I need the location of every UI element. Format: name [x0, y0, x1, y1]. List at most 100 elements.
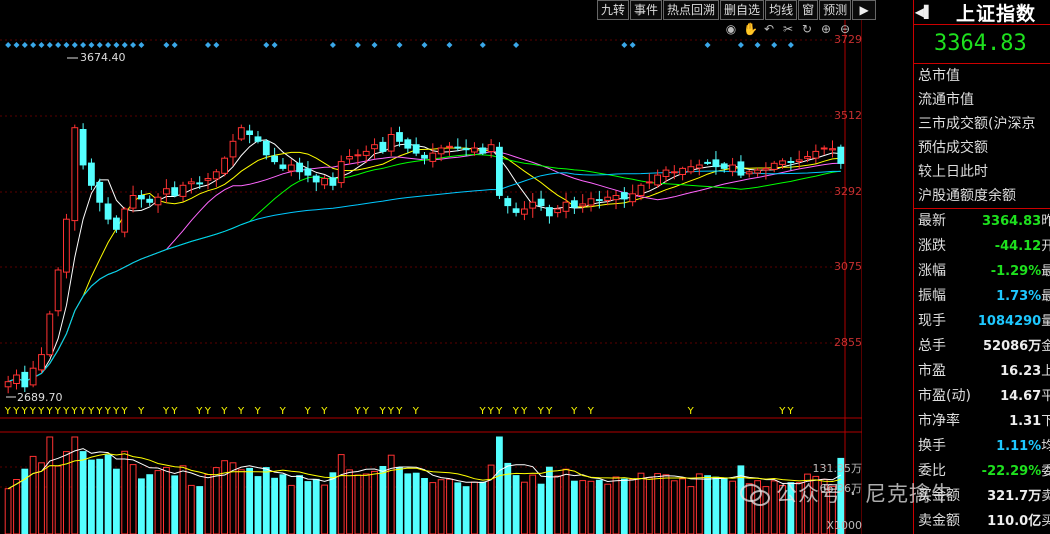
undo-icon[interactable]: ↶: [762, 22, 776, 36]
candle-body: [287, 164, 295, 172]
candle-body: [687, 166, 695, 173]
kline-chart[interactable]: YYYYYYYYYYYYYYYYYYYYYYYYYYYYYYYYYYYYYYYY…: [0, 0, 862, 534]
signal-y-mark: Y: [778, 406, 786, 417]
quote-value: -22.29%: [981, 464, 1042, 479]
volume-bar: [362, 473, 370, 534]
quote-extra-label: 平: [1041, 389, 1050, 404]
hand-icon[interactable]: ✋: [743, 22, 758, 36]
signal-diamond: [88, 42, 95, 48]
candle-body: [412, 144, 420, 154]
quote-value: -44.12: [994, 239, 1042, 254]
volume-bar: [29, 455, 37, 534]
low-price-callout: 2689.70: [17, 391, 63, 404]
quote-row: 总手 52086万金: [914, 334, 1050, 359]
signal-diamond: [446, 42, 453, 48]
chart-tools: ◉ ✋ ↶ ✂ ↻ ⊕ ⊖: [724, 22, 852, 36]
candle-body: [113, 217, 120, 230]
volume-tick-top: 131.35万: [812, 462, 863, 475]
signal-diamond: [163, 42, 170, 48]
volume-bar: [138, 478, 145, 534]
signal-diamond: [30, 42, 37, 48]
toolbar-button-events[interactable]: 事件: [630, 0, 663, 20]
quote-row: 市盈 16.23 上: [914, 359, 1050, 384]
candle-body: [487, 144, 495, 152]
candle-body: [812, 150, 820, 159]
signal-diamond: [213, 42, 220, 48]
refresh-icon[interactable]: ↻: [800, 22, 814, 36]
candle-body: [662, 169, 670, 178]
candle-body: [754, 169, 762, 174]
quote-label: 振幅: [918, 288, 946, 304]
kline-chart-area[interactable]: YYYYYYYYYYYYYYYYYYYYYYYYYYYYYYYYYYYYYYYY…: [0, 0, 878, 534]
signal-diamond: [271, 42, 278, 48]
candle-body: [654, 174, 662, 186]
market-info-list: 总市值 流通市值 三市成交额(沪深京 预估成交额 较上日此时 沪股通额度余额: [914, 64, 1050, 208]
signal-diamond: [787, 42, 794, 48]
candle-body: [171, 187, 179, 196]
toolbar-button-remove-favorite[interactable]: 删自选: [720, 0, 765, 20]
signal-y-mark: Y: [220, 406, 228, 417]
volume-bar: [662, 474, 670, 534]
volume-bar: [154, 470, 162, 534]
toolbar-button-forecast[interactable]: 预测: [819, 0, 852, 20]
candle-body: [304, 168, 312, 176]
volume-bar: [262, 467, 270, 534]
quote-extra-label: 金: [1041, 339, 1050, 354]
signal-diamond: [171, 42, 178, 48]
signal-y-mark: Y: [362, 406, 370, 417]
volume-bar: [670, 480, 678, 534]
signal-y-mark: Y: [520, 406, 528, 417]
quote-extra-label: 买: [1041, 514, 1050, 529]
signal-diamond: [38, 42, 45, 48]
volume-bar: [537, 483, 545, 534]
candle-body: [46, 313, 54, 356]
signal-y-mark: Y: [787, 406, 795, 417]
zoom-in-icon[interactable]: ⊕: [819, 22, 833, 36]
volume-bar: [720, 478, 728, 534]
volume-bar: [412, 472, 420, 534]
signal-y-mark: Y: [204, 406, 212, 417]
signal-y-mark: Y: [412, 406, 420, 417]
candle-body: [604, 196, 612, 201]
play-right-icon[interactable]: ▶: [852, 0, 877, 20]
price-tick: 2855: [834, 336, 862, 349]
volume-bar: [296, 475, 304, 534]
volume-bar: [371, 470, 378, 534]
play-left-icon[interactable]: ◀▌: [914, 5, 934, 19]
price-tick: 3512: [834, 109, 862, 122]
quote-value: 14.67: [1000, 389, 1042, 404]
volume-bar: [620, 478, 628, 534]
volume-bar: [462, 486, 470, 534]
candle-body: [321, 178, 329, 186]
toolbar-button-moving-average[interactable]: 均线: [765, 0, 798, 20]
candle-body: [354, 154, 362, 157]
candle-body: [837, 146, 845, 164]
quote-label: 市盈(动): [918, 388, 971, 404]
toolbar-button-jiuzhuan[interactable]: 九转: [597, 0, 630, 20]
scissors-icon[interactable]: ✂: [781, 22, 795, 36]
signal-y-mark: Y: [29, 406, 37, 417]
watermark-text: 公众号 · 尼克擒牛: [776, 482, 954, 506]
signal-diamond: [737, 42, 744, 48]
candle-body: [579, 203, 587, 207]
quote-value: 1.31: [1009, 414, 1042, 429]
volume-bar: [387, 454, 395, 534]
candle-body: [163, 188, 170, 195]
volume-bar: [404, 473, 412, 534]
candle-body: [704, 161, 712, 164]
toolbar-button-hot-review[interactable]: 热点回溯: [663, 0, 720, 20]
volume-bar: [171, 475, 179, 534]
label-northbound-quota: 沪股通额度余额: [918, 188, 1016, 204]
signal-y-mark: Y: [512, 406, 520, 417]
quote-extra-label: 最: [1041, 264, 1050, 279]
signal-diamond: [13, 42, 20, 48]
volume-bar: [654, 473, 662, 534]
volume-bar: [587, 480, 595, 534]
toolbar-button-window[interactable]: 窗: [798, 0, 819, 20]
signal-y-mark: Y: [37, 406, 45, 417]
eye-icon[interactable]: ◉: [724, 22, 738, 36]
candle-body: [237, 127, 245, 140]
volume-bar: [712, 476, 720, 534]
candle-body: [820, 147, 828, 150]
volume-bar: [79, 451, 87, 534]
